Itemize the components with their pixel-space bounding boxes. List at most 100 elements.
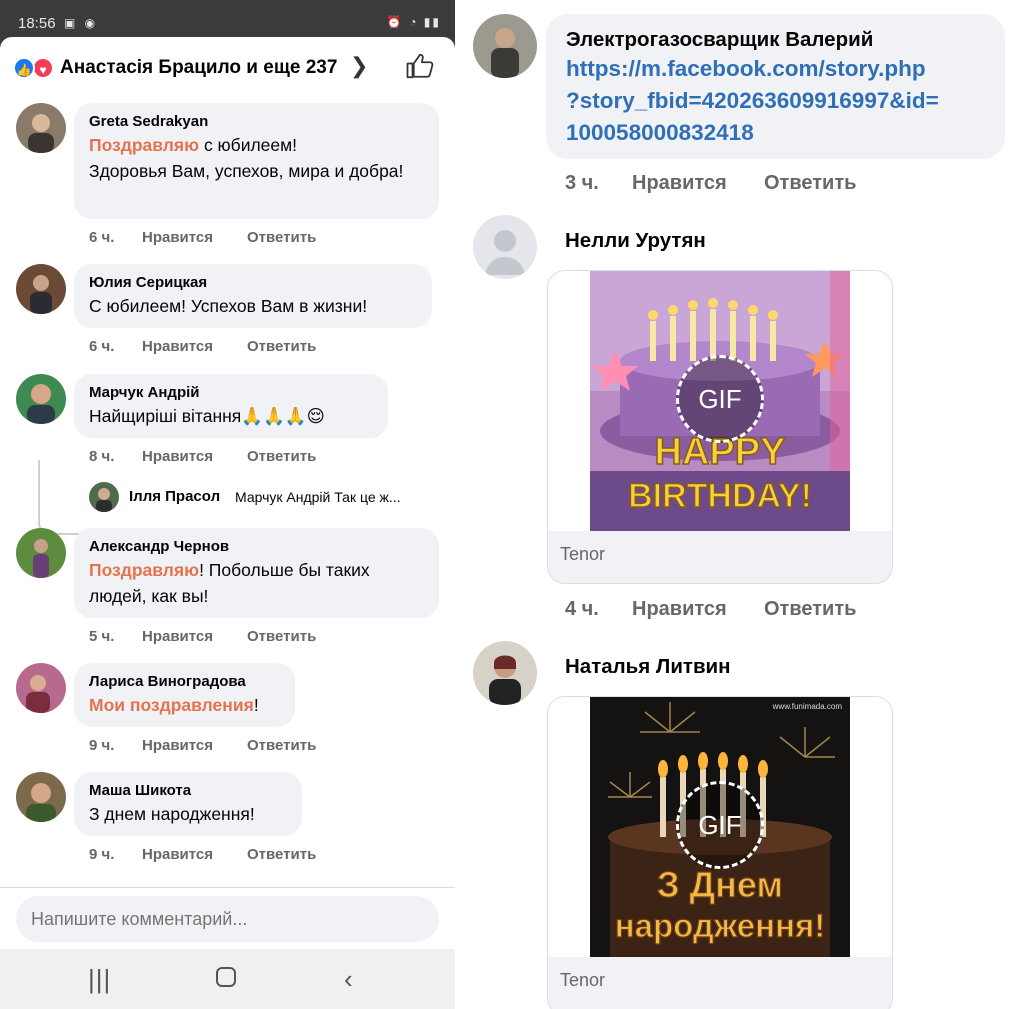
comment-text-more: людей, как вы! <box>89 586 209 606</box>
comment-text: З днем народження! <box>89 804 255 824</box>
reply-button[interactable]: Ответить <box>247 737 316 754</box>
comment-text: Найщиріші вітання🙏🙏🙏😌 <box>89 406 325 426</box>
status-bar: 18:56 ▣ ◉ ⏰ ◔ ▮▮ <box>0 0 455 38</box>
gif-caption-line-2: народження! <box>615 907 826 944</box>
avatar[interactable] <box>16 528 66 578</box>
thread-connector <box>38 460 88 535</box>
comment-link[interactable]: https://m.facebook.com/story.php ?story_… <box>566 53 985 149</box>
comment-bubble[interactable]: Александр Чернов Поздравляю! Побольше бы… <box>74 528 439 618</box>
comment-text: ! Побольше бы таких <box>199 560 370 580</box>
link-line[interactable]: 100058000832418 <box>566 117 985 149</box>
comment-time: 9 ч. <box>89 846 115 863</box>
comment-author[interactable]: Юлия Серицкая <box>89 273 417 293</box>
comment-time: 5 ч. <box>89 628 115 645</box>
comment-author[interactable]: Марчук Андрій <box>89 383 373 403</box>
comment-input[interactable] <box>16 896 439 942</box>
avatar[interactable] <box>16 663 66 713</box>
notification-icons: ▣ ◉ <box>64 16 99 30</box>
comment-bubble[interactable]: Марчук Андрій Найщиріші вітання🙏🙏🙏😌 <box>74 374 388 438</box>
comment-author[interactable]: Электрогазосварщик Валерий <box>566 26 985 53</box>
gif-card[interactable]: HAPPY BIRTHDAY! GIF Tenor <box>547 270 893 584</box>
like-button[interactable]: Нравится <box>142 448 213 465</box>
like-button[interactable]: Нравится <box>142 628 213 645</box>
like-button[interactable]: Нравится <box>142 737 213 754</box>
link-line[interactable]: ?story_fbid=420263609916997&id= <box>566 85 985 117</box>
reply-text: Марчук Андрій Так це ж... <box>235 489 401 505</box>
birthday-gif[interactable]: HAPPY BIRTHDAY! GIF <box>590 271 850 531</box>
comment-text: ! <box>253 695 259 715</box>
comment-bubble[interactable]: Лариса Виноградова Мои поздравления! <box>74 663 295 727</box>
comment-time: 9 ч. <box>89 737 115 754</box>
home-icon[interactable] <box>216 967 236 987</box>
gif-card[interactable]: www.funimada.com З Днем народження! GIF … <box>547 696 893 1009</box>
avatar[interactable] <box>16 103 66 153</box>
comment-author[interactable]: Александр Чернов <box>89 537 424 557</box>
recent-apps-icon[interactable]: ||| <box>88 964 111 995</box>
reactions-bar[interactable]: 👍 ♥ Анастасія Брацило и еще 237 ❯ <box>0 37 455 99</box>
thumbs-up-icon[interactable] <box>405 51 435 81</box>
status-time: 18:56 <box>18 15 56 32</box>
reply-button[interactable]: Ответить <box>247 628 316 645</box>
right-screenshot: Электрогазосварщик Валерий https://m.fac… <box>455 0 1024 1009</box>
left-screenshot: 18:56 ▣ ◉ ⏰ ◔ ▮▮ 👍 ♥ Анастасія Брацило и… <box>0 0 455 1009</box>
comment-bubble[interactable]: Маша Шикота З днем народження! <box>74 772 302 836</box>
like-button[interactable]: Нравится <box>632 598 727 621</box>
gif-source[interactable]: Tenor <box>548 531 892 583</box>
comment-time: 6 ч. <box>89 338 115 355</box>
birthday-gif[interactable]: www.funimada.com З Днем народження! GIF <box>590 697 850 957</box>
gif-badge[interactable]: GIF <box>676 355 764 443</box>
avatar[interactable] <box>473 14 537 78</box>
love-reaction-icon: ♥ <box>32 57 54 79</box>
avatar[interactable] <box>473 641 537 705</box>
like-button[interactable]: Нравится <box>142 338 213 355</box>
comment-author[interactable]: Маша Шикота <box>89 781 287 801</box>
comment-bubble[interactable]: Электрогазосварщик Валерий https://m.fac… <box>546 14 1005 159</box>
reply-preview[interactable]: Ілля Прасол Марчук Андрій Так це ж... <box>89 482 449 512</box>
reply-button[interactable]: Ответить <box>764 598 856 621</box>
like-button[interactable]: Нравится <box>142 229 213 246</box>
signal-icons: ⏰ ◔ ▮▮ <box>386 15 441 29</box>
reactions-summary[interactable]: Анастасія Брацило и еще 237 <box>60 57 337 79</box>
composer-bar <box>0 887 455 949</box>
gif-caption-line-2: BIRTHDAY! <box>628 477 812 515</box>
like-reaction-icon: 👍 <box>13 57 35 79</box>
reply-author[interactable]: Ілля Прасол <box>129 488 220 505</box>
reply-button[interactable]: Ответить <box>764 172 856 195</box>
reply-button[interactable]: Ответить <box>247 338 316 355</box>
comment-author[interactable]: Лариса Виноградова <box>89 672 280 692</box>
like-button[interactable]: Нравится <box>632 172 727 195</box>
reply-button[interactable]: Ответить <box>247 846 316 863</box>
highlight-link[interactable]: Мои поздравления <box>89 695 254 715</box>
comment-time: 4 ч. <box>565 598 599 620</box>
reply-button[interactable]: Ответить <box>247 229 316 246</box>
avatar[interactable] <box>89 482 119 512</box>
comment-bubble[interactable]: Юлия Серицкая С юбилеем! Успехов Вам в ж… <box>74 264 432 328</box>
gif-watermark: www.funimada.com <box>772 702 843 711</box>
link-line[interactable]: https://m.facebook.com/story.php <box>566 53 985 85</box>
comment-text: с юбилеем! <box>199 135 298 155</box>
highlight-link[interactable]: Поздравляю <box>89 135 199 155</box>
comment-author[interactable]: Нелли Урутян <box>565 229 706 253</box>
gif-badge[interactable]: GIF <box>676 781 764 869</box>
avatar[interactable] <box>16 264 66 314</box>
comment-time: 3 ч. <box>565 172 599 194</box>
avatar[interactable] <box>473 215 537 279</box>
comment-time: 8 ч. <box>89 448 115 465</box>
comment-author[interactable]: Наталья Литвин <box>565 655 731 679</box>
like-button[interactable]: Нравится <box>142 846 213 863</box>
system-nav-bar: ||| ‹ <box>0 949 455 1009</box>
gif-caption-line-1: З Днем <box>657 864 783 905</box>
comment-time: 6 ч. <box>89 229 115 246</box>
avatar[interactable] <box>16 772 66 822</box>
comment-bubble[interactable]: Greta Sedrakyan Поздравляю с юбилеем! Зд… <box>74 103 439 219</box>
comment-author[interactable]: Greta Sedrakyan <box>89 112 424 132</box>
avatar[interactable] <box>16 374 66 424</box>
highlight-link[interactable]: Поздравляю <box>89 560 199 580</box>
reply-button[interactable]: Ответить <box>247 448 316 465</box>
back-icon[interactable]: ‹ <box>344 964 353 995</box>
comment-text-more: Здоровья Вам, успехов, мира и добра! <box>89 161 404 181</box>
comments-sheet: 👍 ♥ Анастасія Брацило и еще 237 ❯ Greta … <box>0 37 455 949</box>
chevron-right-icon[interactable]: ❯ <box>350 53 368 79</box>
gif-source[interactable]: Tenor <box>548 957 892 1009</box>
comment-text: С юбилеем! Успехов Вам в жизни! <box>89 296 368 316</box>
